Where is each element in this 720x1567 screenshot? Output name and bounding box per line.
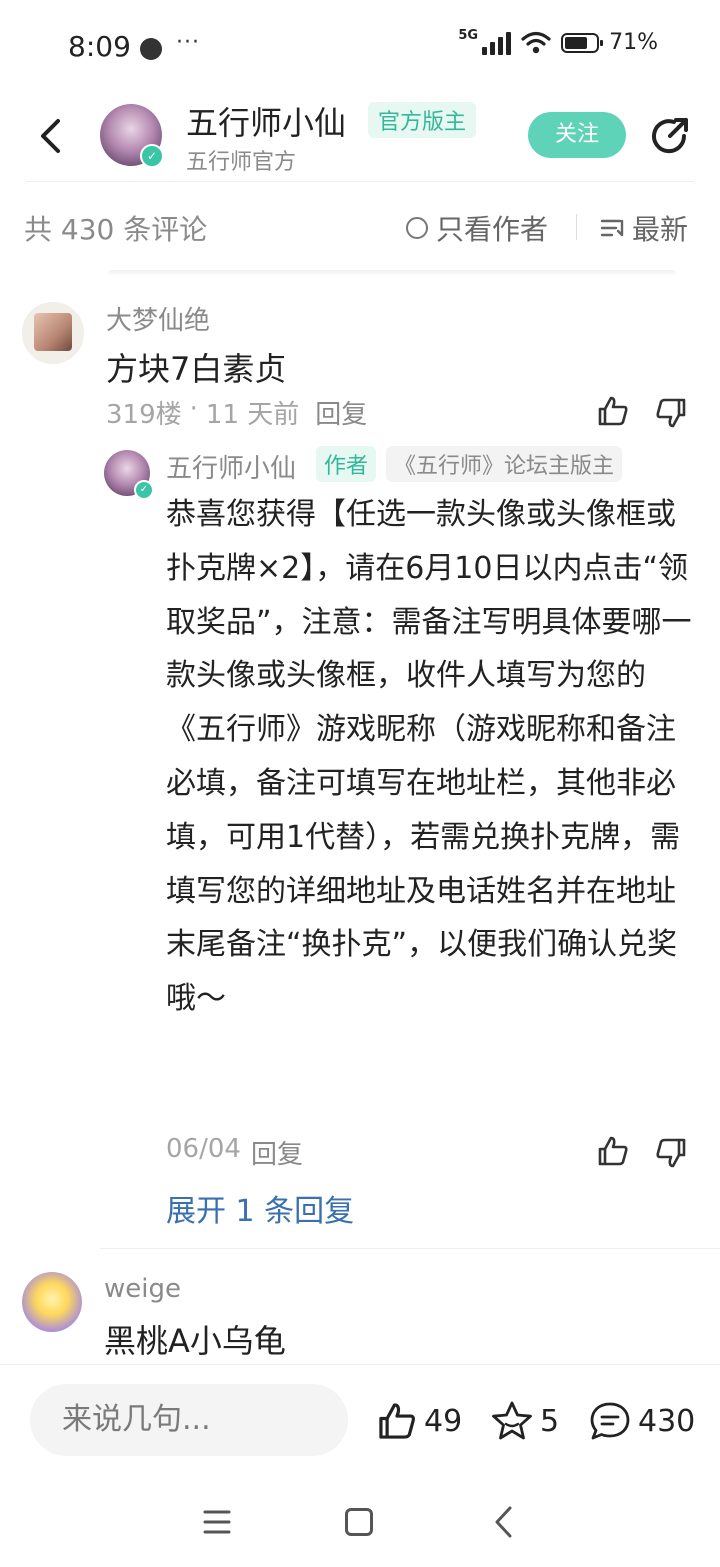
sort-icon [600,219,624,237]
meta-dot: · [189,394,198,424]
favorite-button[interactable]: 5 [490,1400,559,1442]
comment-time: 11 天前 [205,400,300,430]
floor-number: 319楼 [106,400,182,430]
commenter-name[interactable]: weige [104,1274,181,1304]
header-divider [26,181,694,182]
filter-separator [576,214,577,240]
wifi-icon [521,31,551,53]
verified-icon: ✓ [134,480,154,500]
moderator-badge: 《五行师》论坛主版主 [386,446,623,482]
commenter-avatar[interactable] [22,302,84,364]
comment-text: 方块7白素贞 [106,350,287,388]
recent-apps-button[interactable] [203,1507,231,1537]
chevron-left-icon [495,1506,512,1538]
signal-icon [482,31,512,55]
author-avatar[interactable]: ✓ [100,104,164,168]
reply-avatar[interactable]: ✓ [104,450,154,500]
system-back-button[interactable] [492,1504,514,1540]
favorite-count: 5 [540,1403,560,1439]
like-button[interactable] [596,394,630,432]
thumbs-up-icon [379,1403,415,1439]
menu-icon [203,1510,231,1534]
commenter-name[interactable]: 大梦仙绝 [106,300,210,337]
comment-count-stat: 430 [638,1403,696,1439]
back-button[interactable] [30,112,70,160]
official-mod-badge: 官方版主 [368,102,477,138]
thumbs-down-icon [656,398,686,428]
commenter-avatar[interactable] [22,1272,82,1332]
status-time: 8:09 [68,30,131,63]
reply-meta: 06/04 回复 [166,1134,303,1171]
share-icon [652,118,688,154]
author-name[interactable]: 五行师小仙 [186,98,346,144]
radio-icon [406,217,428,239]
share-button[interactable] [648,114,692,158]
author-subtitle: 五行师官方 [186,150,297,175]
reply-button[interactable]: 回复 [315,394,367,431]
status-indicators: 5G 71% [458,28,658,55]
follow-button[interactable]: 关注 [528,112,626,158]
battery-icon [561,32,604,53]
comment-text: 黑桃A小乌龟 [104,1322,286,1360]
like-post-button[interactable]: 49 [376,1400,462,1442]
author-only-label: 只看作者 [436,213,549,246]
verified-icon: ✓ [140,144,164,168]
comments-button[interactable]: 430 [588,1400,695,1442]
home-button[interactable] [345,1508,373,1536]
chevron-left-icon [41,119,60,153]
reply-text: 恭喜您获得【任选一款头像或头像框或扑克牌×2】，请在6月10日以内点击“领取奖品… [166,497,692,1017]
thumbs-down-icon [656,1138,686,1168]
reply-date: 06/04 [166,1134,241,1164]
dislike-button[interactable] [654,396,688,434]
battery-percent: 71% [609,30,658,55]
like-button[interactable] [596,1134,630,1172]
sort-label: 最新 [632,213,689,246]
like-count: 49 [424,1403,463,1439]
comment-divider [100,1248,720,1249]
comment-bubble-icon [590,1402,630,1440]
sort-button[interactable]: 最新 [600,208,688,248]
network-type: 5G [458,28,479,43]
clock-app-icon [140,38,162,60]
thumbs-up-icon [598,396,628,426]
reply-button[interactable]: 回复 [251,1134,303,1171]
dislike-button[interactable] [654,1136,688,1174]
reply-author-name[interactable]: 五行师小仙 [166,448,296,485]
thumbs-up-icon [598,1136,628,1166]
filter-shadow [108,270,676,276]
comment-input[interactable]: 来说几句... [30,1384,348,1456]
author-only-toggle[interactable]: 只看作者 [406,208,548,248]
comment-meta: 319楼 · 11 天前 回复 [106,394,367,431]
author-badge: 作者 [316,446,377,482]
comment-count: 共 430 条评论 [24,213,208,246]
expand-replies-link[interactable]: 展开 1 条回复 [166,1186,354,1230]
more-notifications-icon: ··· [176,30,200,55]
star-icon [492,1401,532,1440]
